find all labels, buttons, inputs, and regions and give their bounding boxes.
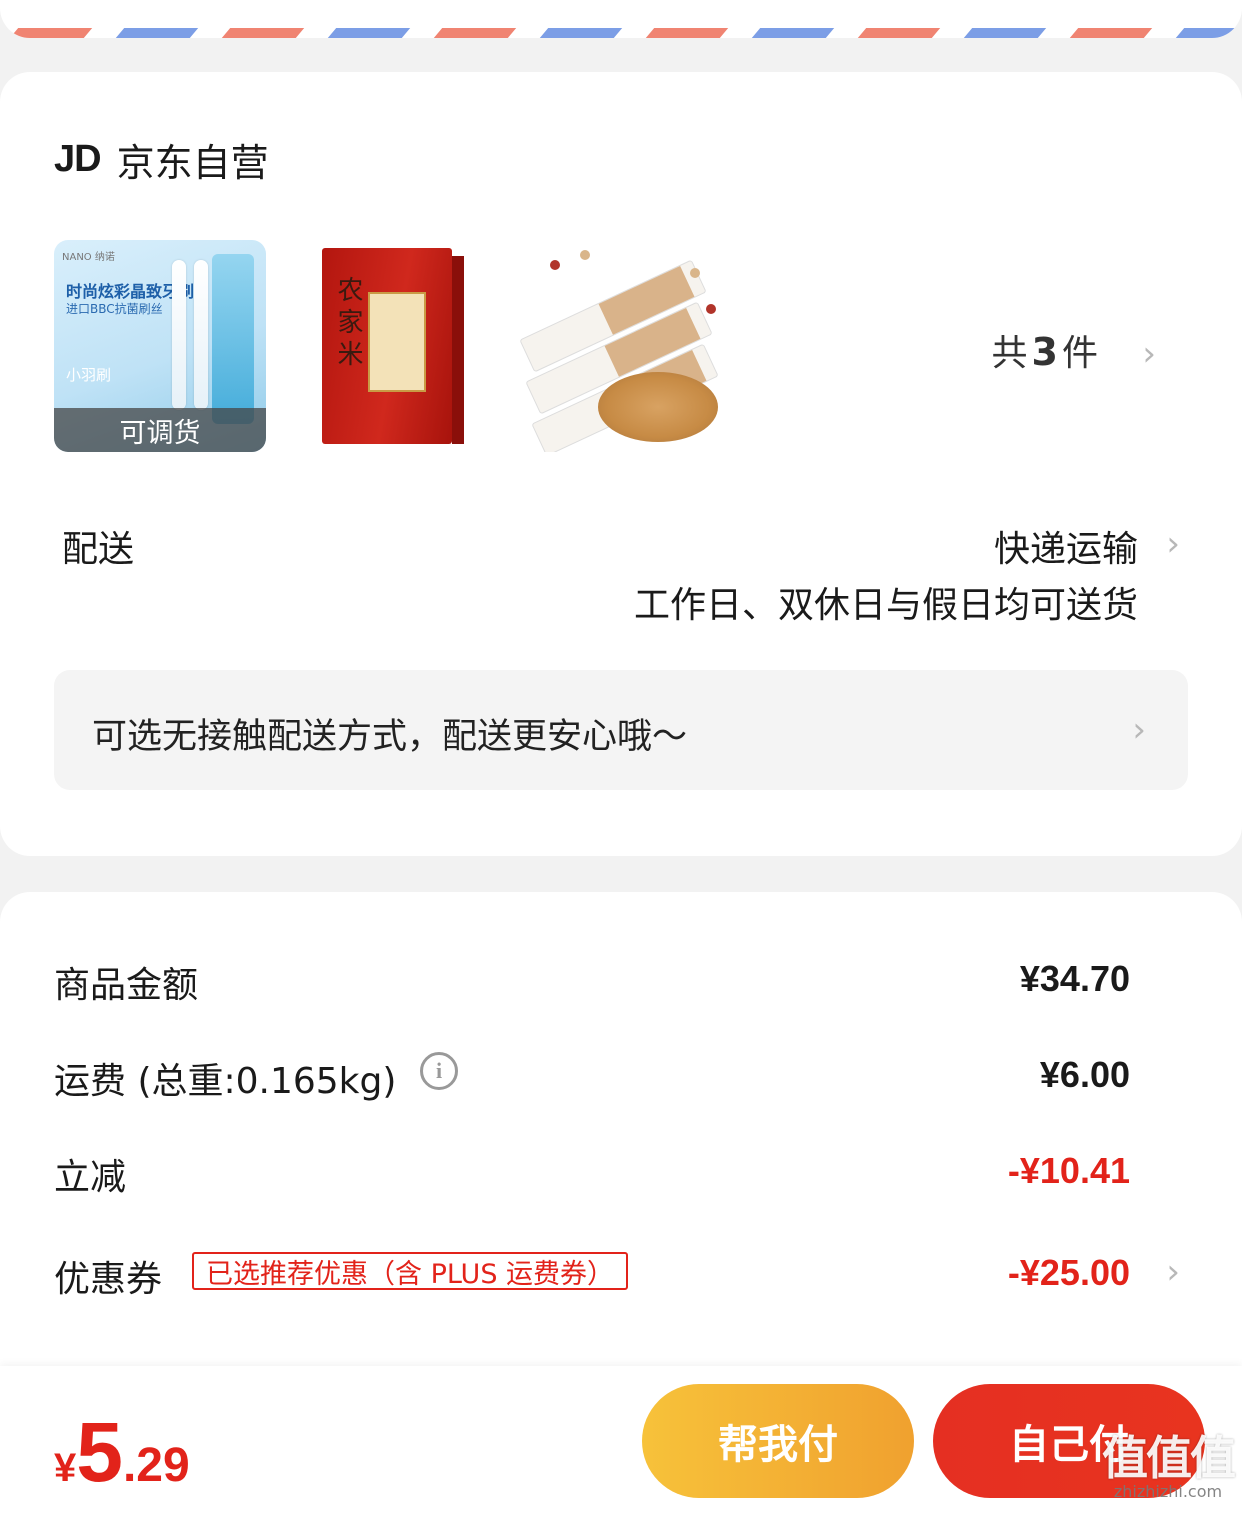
jd-logo-icon: JD [54,137,102,180]
toothbrush-pack-icon [212,254,254,424]
delivery-schedule-note: 工作日、双休日与假日均可送货 [633,585,1138,626]
coupon-recommended-tag[interactable]: 已选推荐优惠（含 PLUS 运费券） [192,1252,629,1290]
total-price-decimal: .29 [122,1439,190,1492]
total-price-integer: 5 [76,1405,123,1499]
watermark-logo: 值值值 [1102,1431,1236,1485]
airmail-stripe-segment [963,28,1047,38]
instant-discount-value: -¥10.41 [1007,1150,1130,1191]
airmail-stripe-segment [751,28,835,38]
product-thumbnail-peanut[interactable] [510,240,722,452]
airmail-stripe-segment [857,28,941,38]
rice-box-icon: 农家米 [322,248,464,444]
rice-box-label [368,292,426,392]
airmail-stripe-segment [1175,28,1242,38]
chevron-right-icon[interactable]: › [1142,334,1156,374]
airmail-stripe-segment [1069,28,1153,38]
goods-amount-label: 商品金额 [54,965,199,1006]
coupon-label: 优惠券 [54,1259,163,1300]
total-price: ¥5.29 [54,1404,190,1501]
toothbrush-icon [172,260,186,410]
checkout-bar: ¥5.29 帮我付 自己付 [0,1366,1242,1516]
store-card: JD 京东自营 NANO 纳诺 时尚炫彩晶致牙刷 进口BBC抗菌刷丝 小羽刷 可… [0,72,1242,856]
chevron-right-icon[interactable]: › [1166,524,1180,564]
address-card[interactable] [0,0,1242,38]
item-count-number: 3 [1031,330,1058,374]
rice-box-text: 农家米 [333,276,363,372]
watermark-url: zhizhizhi.com [1113,1482,1223,1501]
peanut-plate-icon [598,372,718,442]
airmail-stripe-segment [645,28,729,38]
product-thumbnail-rice[interactable]: 农家米 [286,240,498,452]
product-thumbnail-toothbrush[interactable]: NANO 纳诺 时尚炫彩晶致牙刷 进口BBC抗菌刷丝 小羽刷 可调货 [54,240,266,452]
restock-tag: 可调货 [54,408,266,452]
site-watermark: 值值值 zhizhizhi.com [1102,1422,1236,1501]
airmail-stripe-segment [221,28,305,38]
airmail-stripe-segment [115,28,199,38]
chevron-right-icon: › [1132,710,1146,750]
currency-symbol: ¥ [54,1446,77,1490]
shop-header: JD 京东自营 [54,134,269,185]
contactless-delivery-option[interactable]: 可选无接触配送方式，配送更安心哦～ › [54,670,1188,790]
product-brand: NANO 纳诺 [62,252,115,263]
airmail-stripe [0,28,1242,38]
item-count[interactable]: 共3件 [992,324,1098,376]
product-subtitle: 进口BBC抗菌刷丝 [66,302,163,316]
shipping-fee-label: 运费 (总重:0.165kg) [54,1061,397,1102]
product-name: 小羽刷 [66,366,112,384]
goods-amount-value: ¥34.70 [1019,958,1130,999]
delivery-method[interactable]: 快递运输 [994,520,1138,572]
help-me-pay-button[interactable]: 帮我付 [642,1384,914,1498]
airmail-stripe-segment [9,28,93,38]
chevron-right-icon[interactable]: › [1166,1252,1180,1292]
shipping-fee-value: ¥6.00 [1039,1054,1130,1095]
coupon-value[interactable]: -¥25.00 [1008,1252,1130,1294]
info-icon[interactable]: i [420,1052,458,1090]
shop-name: 京东自营 [116,140,269,185]
airmail-stripe-segment [327,28,411,38]
delivery-label: 配送 [62,529,135,570]
toothbrush-icon [194,260,208,410]
contactless-delivery-text: 可选无接触配送方式，配送更安心哦～ [92,717,688,757]
airmail-stripe-segment [433,28,517,38]
airmail-stripe-segment [539,28,623,38]
instant-discount-label: 立减 [54,1157,127,1198]
